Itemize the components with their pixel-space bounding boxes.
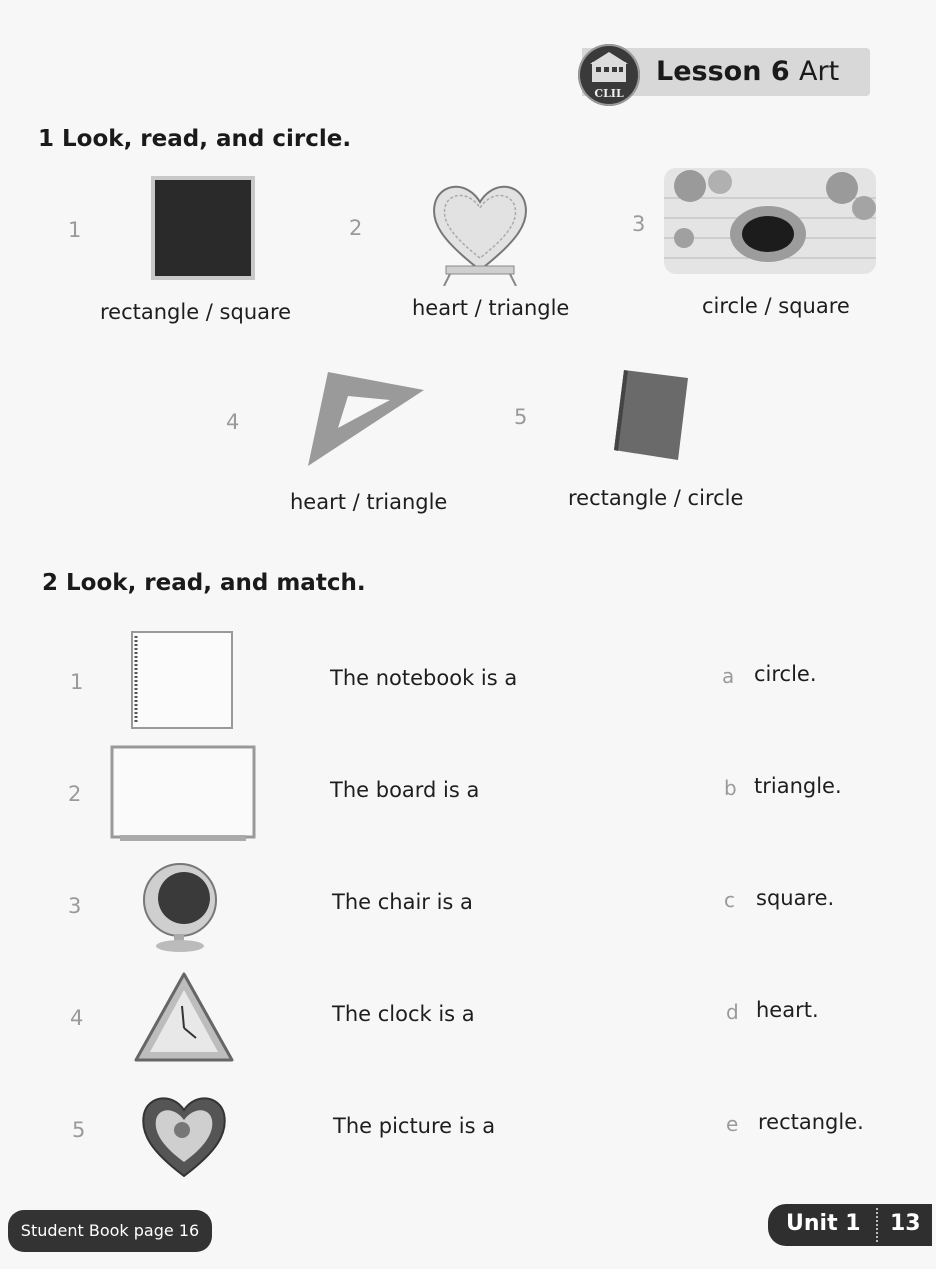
heart-chair-picture [424, 178, 536, 286]
divider [876, 1208, 882, 1242]
ex2-answer[interactable]: rectangle. [758, 1110, 864, 1134]
ex2-sentence: The notebook is a [330, 666, 518, 690]
whiteboard-picture [110, 745, 256, 845]
ex2-sentence: The clock is a [332, 1002, 475, 1026]
ex2-sentence: The picture is a [333, 1114, 496, 1138]
ex2-letter: d [726, 1000, 739, 1024]
ex2-row-number: 2 [68, 782, 82, 806]
ball-chair-picture [140, 860, 220, 954]
clil-label: CLIL [594, 87, 624, 100]
ex2-row-number: 5 [72, 1118, 86, 1142]
round-window-picture [664, 168, 876, 274]
ex2-answer[interactable]: heart. [756, 998, 819, 1022]
ex2-answer[interactable]: square. [756, 886, 834, 910]
ex2-answer[interactable]: triangle. [754, 774, 842, 798]
student-book-ref: Student Book page 16 [8, 1210, 212, 1252]
notebook-picture [130, 630, 234, 730]
ex1-item-number: 3 [632, 212, 646, 236]
ex1-item-number: 2 [349, 216, 363, 240]
ex1-item-number: 5 [514, 405, 528, 429]
unit-label: Unit 1 [786, 1211, 861, 1236]
ex2-letter: c [724, 888, 735, 912]
ex2-letter: a [722, 664, 735, 688]
ex2-letter: b [724, 776, 737, 800]
ex1-options[interactable]: rectangle / circle [568, 486, 743, 510]
unit-page-tab: Unit 1 13 [768, 1204, 932, 1246]
ex1-options[interactable]: rectangle / square [100, 300, 291, 324]
triangle-ruler-picture [304, 368, 428, 470]
ex1-item-number: 1 [68, 218, 82, 242]
ex2-row-number: 1 [70, 670, 84, 694]
lesson-label: Lesson 6 [656, 56, 790, 87]
ex1-item-number: 4 [226, 410, 240, 434]
ex1-options[interactable]: heart / triangle [290, 490, 447, 514]
book-picture [612, 368, 690, 462]
ex1-options[interactable]: heart / triangle [412, 296, 569, 320]
square-board-picture [150, 175, 256, 281]
ex2-answer[interactable]: circle. [754, 662, 817, 686]
lesson-subject: Art [799, 56, 840, 87]
ex2-sentence: The chair is a [332, 890, 473, 914]
ex1-options[interactable]: circle / square [702, 294, 850, 318]
triangle-clock-picture [132, 970, 236, 1066]
ex2-row-number: 3 [68, 894, 82, 918]
ex2-sentence: The board is a [330, 778, 480, 802]
clil-badge: CLIL [578, 44, 640, 106]
ex2-row-number: 4 [70, 1006, 84, 1030]
exercise1-title: 1 Look, read, and circle. [38, 126, 352, 152]
ex2-letter: e [726, 1112, 739, 1136]
page-number: 13 [890, 1211, 921, 1236]
exercise2-title: 2 Look, read, and match. [42, 570, 366, 596]
heart-frame-picture [138, 1090, 230, 1180]
lesson-title: Lesson 6 Art [656, 56, 839, 87]
